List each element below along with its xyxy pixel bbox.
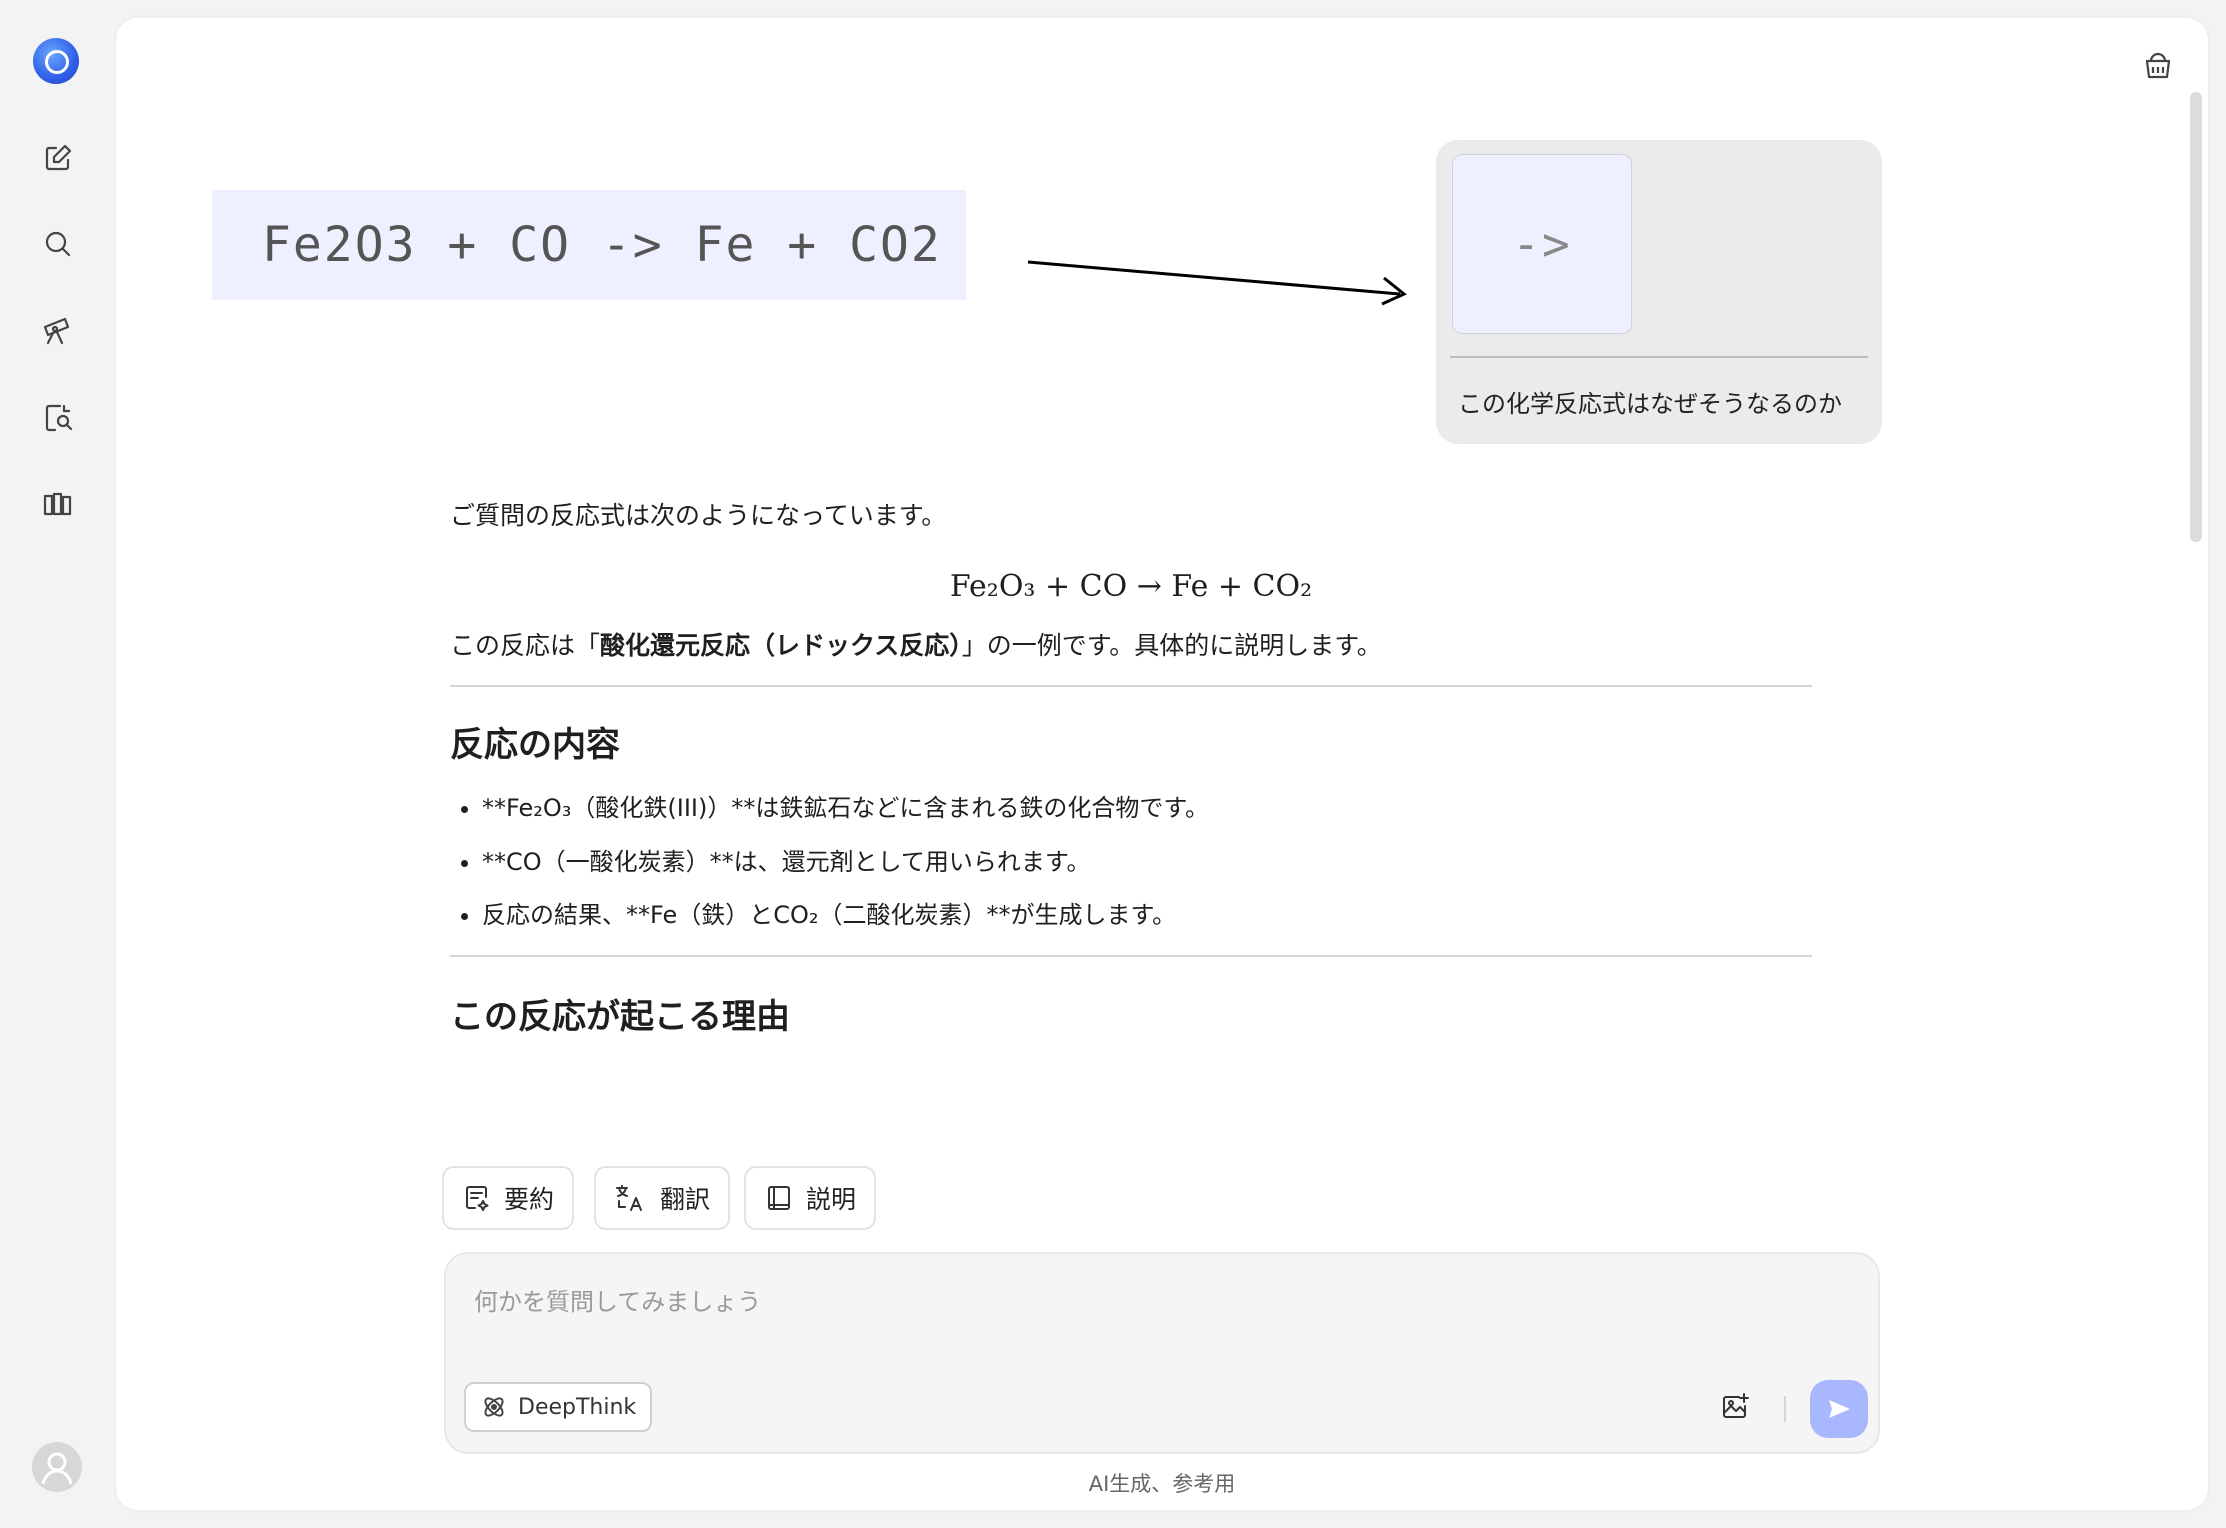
user-message-bubble: -> この化学反応式はなぜそうなるのか (1436, 140, 1882, 444)
explore-icon[interactable] (36, 308, 80, 352)
assistant-answer: ご質問の反応式は次のようになっています。 Fe₂O₃ + CO → Fe + C… (450, 498, 1812, 1038)
library-icon[interactable] (36, 482, 80, 526)
search-icon[interactable] (36, 222, 80, 266)
explain-button[interactable]: 説明 (744, 1166, 877, 1230)
chat-panel: Fe2O3 + CO -> Fe + CO2 -> この化学反応式はなぜそうなる… (116, 18, 2208, 1510)
section-title-2: この反応が起こる理由 (450, 996, 790, 1037)
sidebar (0, 0, 116, 1528)
document-search-icon[interactable] (36, 396, 80, 440)
message-input-box: DeepThink (444, 1252, 1880, 1454)
footer-note: AI生成、参考用 (1088, 1472, 1236, 1496)
bubble-divider (1450, 356, 1868, 358)
deepthink-button[interactable]: DeepThink (464, 1382, 653, 1432)
list-item: **CO（一酸化炭素）**は、還元剤として用いられます。 (482, 846, 1812, 880)
content-fade (450, 1130, 850, 1150)
attached-image-thumbnail[interactable]: -> (1452, 154, 1632, 334)
scrollbar[interactable] (2190, 92, 2202, 542)
section-title-1: 反応の内容 (450, 725, 620, 765)
section-1-list: **Fe₂O₃（酸化鉄(III)）**は鉄鉱石などに含まれる鉄の化合物です。 *… (450, 792, 1812, 933)
summary-label: 要約 (504, 1185, 555, 1214)
toolbar-separator (1784, 1396, 1786, 1422)
send-button[interactable] (1810, 1380, 1868, 1438)
translate-button[interactable]: 翻訳 (594, 1166, 731, 1230)
divider (450, 685, 1812, 687)
send-icon (1829, 1400, 1850, 1418)
answer-intro: ご質問の反応式は次のようになっています。 (450, 501, 947, 530)
attach-image-icon[interactable] (1714, 1386, 1756, 1428)
list-item: **Fe₂O₃（酸化鉄(III)）**は鉄鉱石などに含まれる鉄の化合物です。 (482, 792, 1812, 826)
deepseek-logo[interactable] (33, 38, 79, 84)
thumbnail-text: -> (1512, 217, 1572, 271)
list-item: 反応の結果、**Fe（鉄）とCO₂（二酸化炭素）**が生成します。 (482, 899, 1812, 933)
equation: Fe₂O₃ + CO → Fe + CO₂ (949, 569, 1313, 604)
annotation-arrow (1027, 260, 1407, 306)
book-icon (768, 1186, 790, 1210)
summary-icon (466, 1186, 489, 1211)
user-avatar[interactable] (32, 1442, 82, 1492)
bucket-icon[interactable] (2136, 44, 2180, 88)
atom-icon (484, 1397, 504, 1417)
message-input[interactable] (472, 1280, 1776, 1344)
new-chat-icon[interactable] (36, 136, 80, 180)
redox-pre: この反応は「 (450, 631, 601, 660)
summary-button[interactable]: 要約 (442, 1166, 575, 1230)
explain-label: 説明 (806, 1185, 857, 1214)
redox-post: 」の一例です。具体的に説明します。 (961, 631, 1382, 660)
deepthink-label: DeepThink (518, 1394, 637, 1420)
redox-bold: 酸化還元反応（レドックス反応） (600, 631, 962, 660)
divider (450, 954, 1812, 957)
translate-label: 翻訳 (660, 1185, 711, 1214)
formula-image: Fe2O3 + CO -> Fe + CO2 (212, 190, 966, 300)
formula-image-text: Fe2O3 + CO -> Fe + CO2 (262, 217, 942, 273)
user-message-text: この化学反応式はなぜそうなるのか (1458, 390, 1842, 418)
translate-icon (616, 1185, 642, 1211)
answer-redox-line: この反応は「酸化還元反応（レドックス反応）」の一例です。具体的に説明します。 (450, 628, 1812, 663)
